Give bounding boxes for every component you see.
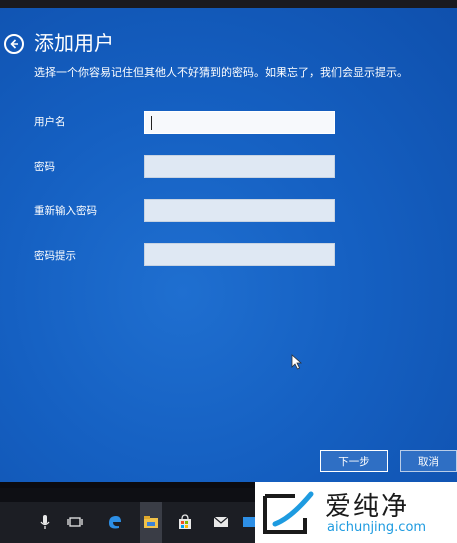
edge-browser-icon[interactable] (106, 513, 124, 531)
task-view-icon[interactable] (66, 513, 84, 531)
back-button[interactable] (4, 34, 24, 54)
next-button[interactable]: 下一步 (320, 450, 388, 472)
password-hint-label: 密码提示 (34, 250, 76, 262)
watermark-logo-icon (263, 491, 314, 534)
username-label: 用户名 (34, 116, 66, 128)
text-caret (151, 116, 152, 130)
password-field[interactable] (144, 155, 335, 178)
mail-icon[interactable] (212, 513, 230, 531)
microphone-icon[interactable] (36, 513, 54, 531)
watermark-name: 爱纯净 (325, 492, 410, 522)
page-subtitle: 选择一个你容易记住但其他人不好猜到的密码。如果忘了，我们会显示提示。 (34, 66, 408, 79)
page-title: 添加用户 (34, 31, 114, 55)
username-field[interactable] (144, 111, 335, 134)
reenter-password-label: 重新输入密码 (34, 205, 97, 217)
password-hint-field[interactable] (144, 243, 335, 266)
store-icon[interactable] (176, 513, 194, 531)
watermark-url: aichunjing.com (327, 520, 427, 535)
mouse-pointer-icon (291, 354, 303, 370)
file-explorer-icon[interactable] (142, 513, 160, 531)
reenter-password-field[interactable] (144, 199, 335, 222)
monitor-bezel (0, 0, 457, 8)
cancel-button[interactable]: 取消 (400, 450, 457, 472)
add-user-screen: 添加用户 选择一个你容易记住但其他人不好猜到的密码。如果忘了，我们会显示提示。 … (0, 8, 457, 482)
password-label: 密码 (34, 161, 55, 173)
site-watermark: 爱纯净 aichunjing.com (255, 482, 457, 543)
arrow-left-icon (10, 39, 18, 49)
